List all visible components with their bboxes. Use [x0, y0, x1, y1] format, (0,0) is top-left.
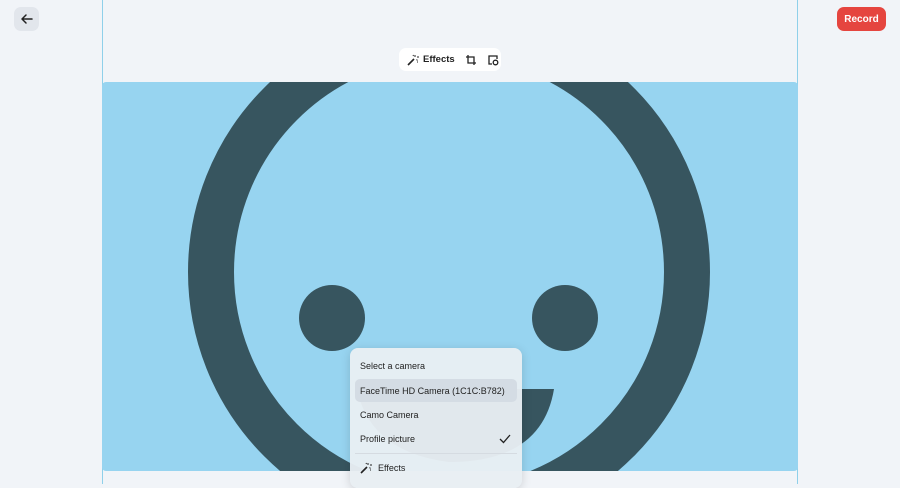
effects-button[interactable]: Effects [407, 54, 455, 66]
camera-select-menu: Select a camera FaceTime HD Camera (1C1C… [350, 348, 522, 488]
effects-label: Effects [378, 462, 406, 473]
magic-wand-icon [407, 54, 419, 66]
crop-icon[interactable] [465, 54, 477, 66]
back-button[interactable] [14, 7, 39, 31]
camera-option-camo[interactable]: Camo Camera [355, 403, 517, 426]
checkmark-icon [499, 434, 511, 443]
option-label: FaceTime HD Camera (1C1C:B782) [360, 385, 505, 396]
preview-toolbar: Effects [399, 48, 501, 71]
effects-label: Effects [423, 54, 455, 65]
menu-title: Select a camera [360, 361, 426, 371]
camera-option-facetime[interactable]: FaceTime HD Camera (1C1C:B782) [355, 379, 517, 402]
arrow-left-icon [20, 14, 33, 24]
option-label: Camo Camera [360, 409, 419, 420]
camera-option-profile-picture[interactable]: Profile picture [355, 427, 517, 450]
option-label: Profile picture [360, 433, 416, 444]
menu-effects-item[interactable]: Effects [355, 456, 517, 479]
menu-divider [355, 453, 517, 454]
magic-wand-icon [360, 462, 372, 474]
record-button[interactable]: Record [837, 7, 886, 31]
background-icon[interactable] [487, 54, 499, 66]
